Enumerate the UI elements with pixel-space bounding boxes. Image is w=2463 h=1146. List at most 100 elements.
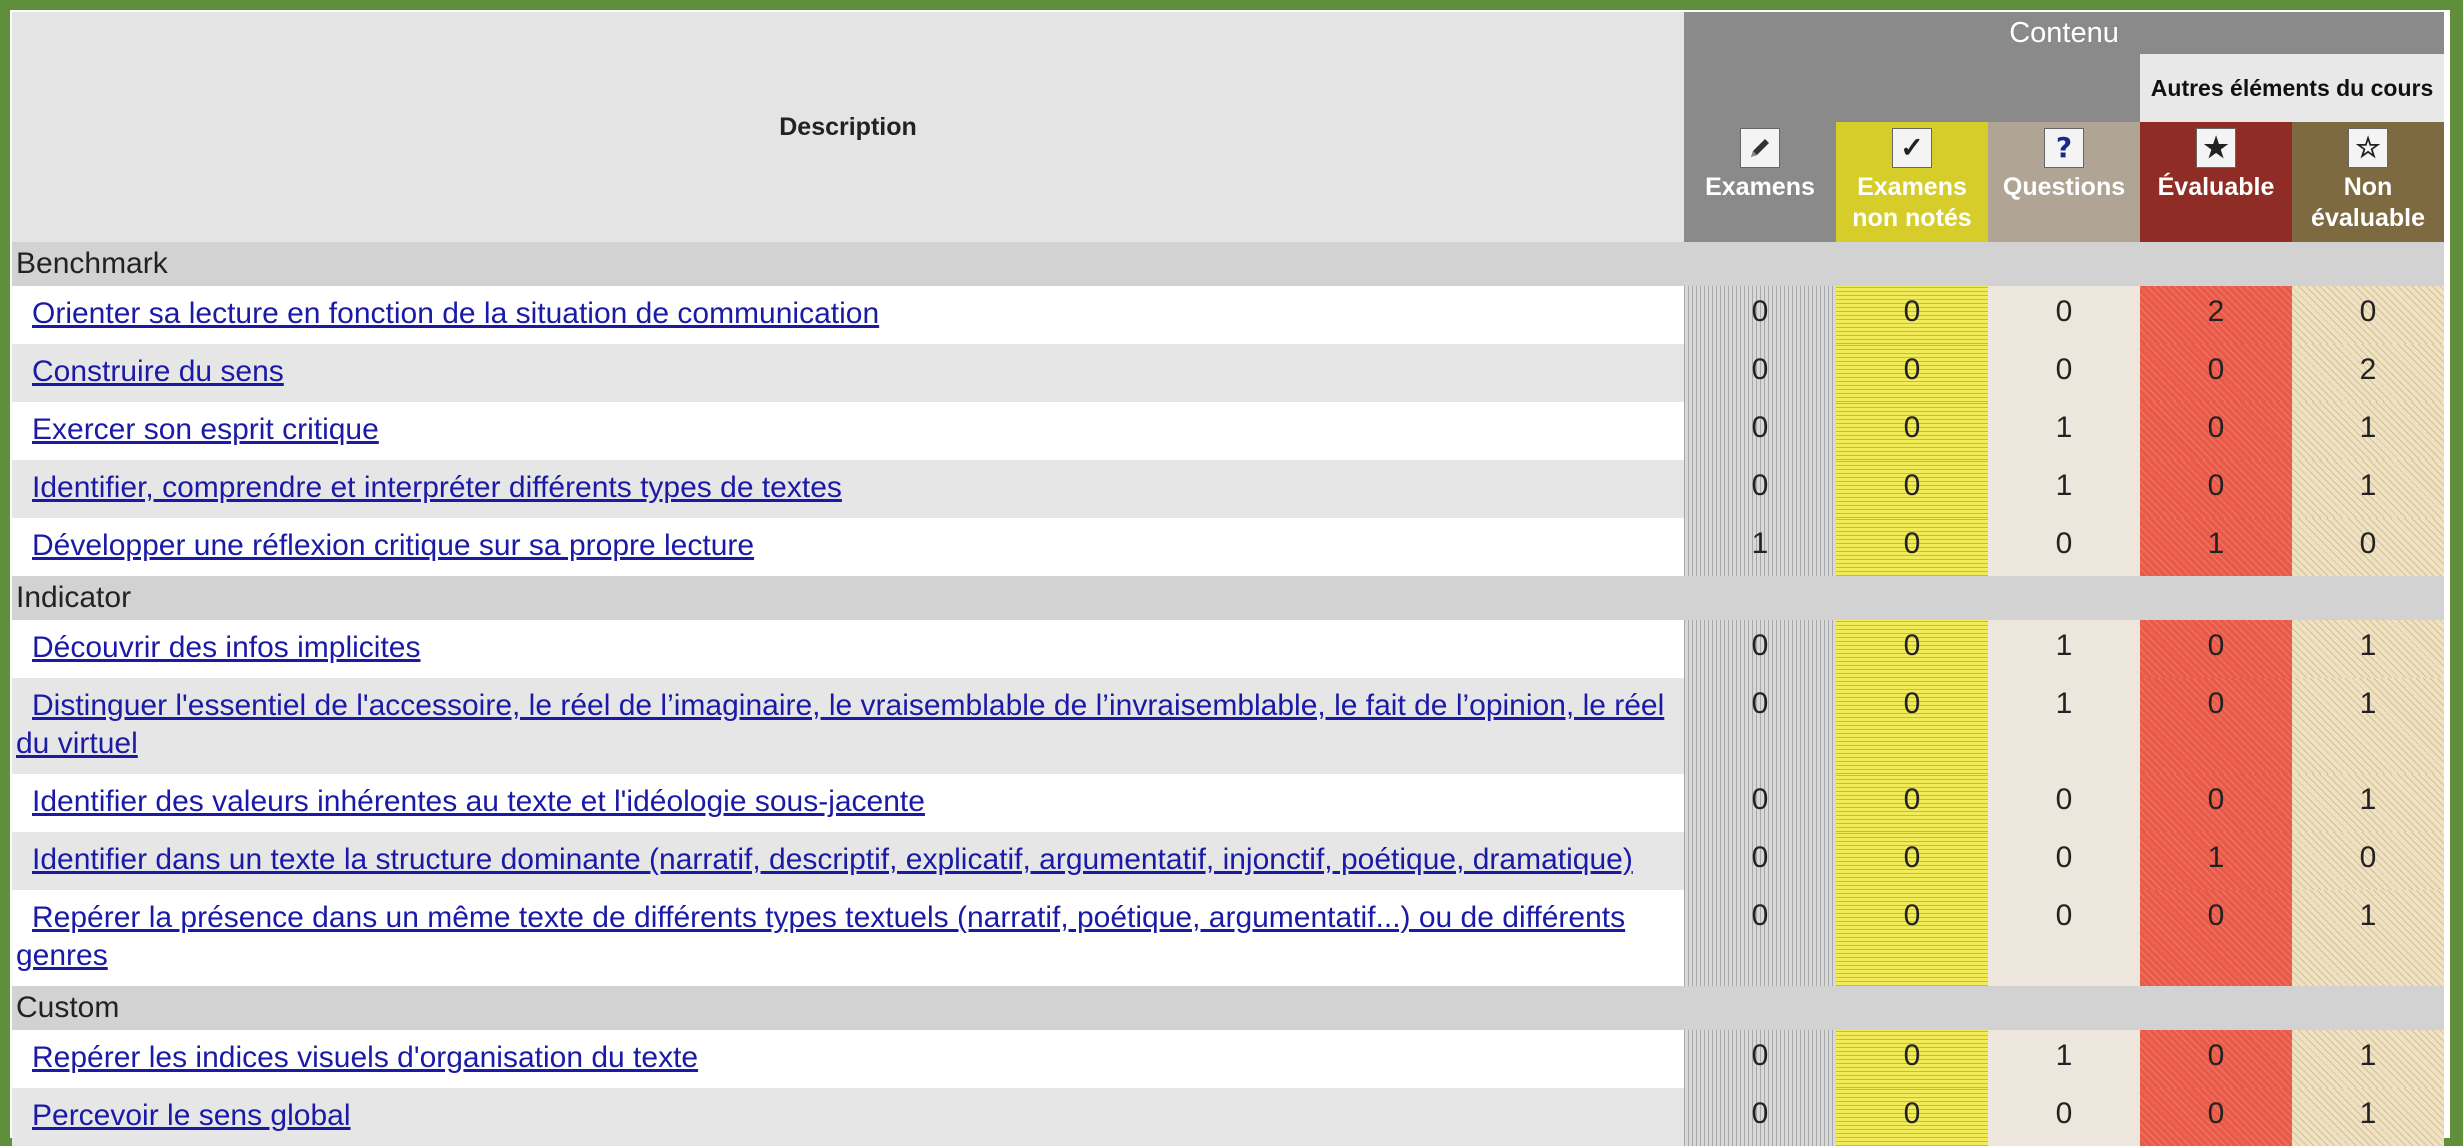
description-cell: Repérer la présence dans un même texte d… [12, 890, 1684, 986]
non-evaluable-count: 1 [2292, 620, 2445, 678]
competency-summary-table: Description Contenu Autres éléments du c… [12, 12, 2445, 1146]
table-row: Identifier des valeurs inhérentes au tex… [12, 774, 2445, 832]
non-evaluable-count: 1 [2292, 1030, 2445, 1088]
competency-link[interactable]: Construire du sens [32, 355, 284, 388]
evaluable-label: Évaluable [2157, 173, 2275, 201]
examens-non-notes-count: 0 [1836, 890, 1988, 986]
competency-link[interactable]: Identifier, comprendre et interpréter di… [32, 471, 842, 504]
examens-non-notes-count: 0 [1836, 286, 1988, 344]
non-evaluable-count: 1 [2292, 1088, 2445, 1146]
table-row: Exercer son esprit critique 0 0 1 0 1 [12, 402, 2445, 460]
table-row: Identifier, comprendre et interpréter di… [12, 460, 2445, 518]
description-cell: Orienter sa lecture en fonction de la si… [12, 286, 1684, 344]
contenu-spacer [1684, 54, 2140, 122]
pencil-icon [1740, 128, 1780, 168]
table-row: Percevoir le sens global 0 0 0 0 1 [12, 1088, 2445, 1146]
filled-star-icon: ★ [2196, 128, 2236, 168]
section-title: Indicator [12, 576, 2445, 620]
non-evaluable-count: 0 [2292, 832, 2445, 890]
table-row: Découvrir des infos implicites 0 0 1 0 1 [12, 620, 2445, 678]
table-body: Benchmark Orienter sa lecture en fonction… [12, 242, 2445, 1146]
examens-count: 0 [1684, 1030, 1836, 1088]
section-header-row: Benchmark [12, 242, 2445, 286]
table-row: Repérer les indices visuels d'organisati… [12, 1030, 2445, 1088]
competency-link[interactable]: Percevoir le sens global [32, 1099, 351, 1132]
questions-count: 1 [1988, 620, 2140, 678]
competency-link[interactable]: Développer une réflexion critique sur sa… [32, 529, 754, 562]
non-evaluable-count: 1 [2292, 402, 2445, 460]
examens-non-notes-column-header: ✓ Examens non notés [1836, 122, 1988, 242]
examens-count: 1 [1684, 518, 1836, 576]
examens-non-notes-count: 0 [1836, 678, 1988, 774]
questions-count: 1 [1988, 1030, 2140, 1088]
questions-count: 0 [1988, 286, 2140, 344]
table-row: Construire du sens 0 0 0 0 2 [12, 344, 2445, 402]
question-mark-icon: ? [2044, 128, 2084, 168]
contenu-header: Contenu [1684, 12, 2445, 54]
examens-count: 0 [1684, 774, 1836, 832]
evaluable-count: 1 [2140, 832, 2292, 890]
table-row: Repérer la présence dans un même texte d… [12, 890, 2445, 986]
evaluable-column-header: ★ Évaluable [2140, 122, 2292, 242]
questions-count: 0 [1988, 890, 2140, 986]
description-cell: Percevoir le sens global [12, 1088, 1684, 1146]
description-cell: Identifier dans un texte la structure do… [12, 832, 1684, 890]
outline-star-icon: ☆ [2348, 128, 2389, 168]
evaluable-count: 0 [2140, 678, 2292, 774]
evaluable-count: 0 [2140, 460, 2292, 518]
examens-count: 0 [1684, 890, 1836, 986]
examens-count: 0 [1684, 402, 1836, 460]
non-evaluable-count: 1 [2292, 890, 2445, 986]
evaluable-count: 0 [2140, 344, 2292, 402]
competency-link[interactable]: Exercer son esprit critique [32, 413, 379, 446]
description-cell: Découvrir des infos implicites [12, 620, 1684, 678]
section-title: Benchmark [12, 242, 2445, 286]
section-header-row: Indicator [12, 576, 2445, 620]
competency-link[interactable]: Orienter sa lecture en fonction de la si… [32, 297, 879, 330]
section-header-row: Custom [12, 986, 2445, 1030]
questions-column-header: ? Questions [1988, 122, 2140, 242]
competency-link[interactable]: Identifier des valeurs inhérentes au tex… [32, 785, 925, 818]
evaluable-count: 0 [2140, 402, 2292, 460]
evaluable-count: 0 [2140, 1088, 2292, 1146]
questions-count: 0 [1988, 1088, 2140, 1146]
competency-link[interactable]: Distinguer l'essentiel de l'accessoire, … [16, 689, 1664, 760]
examens-count: 0 [1684, 344, 1836, 402]
description-cell: Construire du sens [12, 344, 1684, 402]
competency-link[interactable]: Découvrir des infos implicites [32, 631, 420, 664]
examens-count: 0 [1684, 620, 1836, 678]
examens-non-notes-label: Examens non notés [1852, 173, 1972, 232]
examens-non-notes-count: 0 [1836, 1030, 1988, 1088]
evaluable-count: 2 [2140, 286, 2292, 344]
examens-non-notes-count: 0 [1836, 402, 1988, 460]
autres-elements-header: Autres éléments du cours [2140, 54, 2445, 122]
evaluable-count: 0 [2140, 1030, 2292, 1088]
non-evaluable-column-header: ☆ Non évaluable [2292, 122, 2445, 242]
non-evaluable-count: 1 [2292, 678, 2445, 774]
questions-count: 1 [1988, 402, 2140, 460]
examens-non-notes-count: 0 [1836, 518, 1988, 576]
description-cell: Distinguer l'essentiel de l'accessoire, … [12, 678, 1684, 774]
questions-count: 0 [1988, 774, 2140, 832]
description-header: Description [12, 12, 1684, 242]
evaluable-count: 0 [2140, 890, 2292, 986]
competency-link[interactable]: Identifier dans un texte la structure do… [32, 843, 1633, 876]
competency-link[interactable]: Repérer la présence dans un même texte d… [16, 901, 1625, 972]
table-row: Distinguer l'essentiel de l'accessoire, … [12, 678, 2445, 774]
description-cell: Identifier des valeurs inhérentes au tex… [12, 774, 1684, 832]
table-row: Orienter sa lecture en fonction de la si… [12, 286, 2445, 344]
examens-non-notes-count: 0 [1836, 620, 1988, 678]
questions-count: 0 [1988, 832, 2140, 890]
table-row: Identifier dans un texte la structure do… [12, 832, 2445, 890]
non-evaluable-label: Non évaluable [2311, 173, 2425, 232]
non-evaluable-count: 2 [2292, 344, 2445, 402]
examens-non-notes-count: 0 [1836, 1088, 1988, 1146]
competency-link[interactable]: Repérer les indices visuels d'organisati… [32, 1041, 698, 1074]
questions-count: 1 [1988, 678, 2140, 774]
questions-count: 0 [1988, 518, 2140, 576]
questions-label: Questions [2002, 173, 2126, 201]
table-header: Description Contenu Autres éléments du c… [12, 12, 2445, 242]
examens-column-header: Examens [1684, 122, 1836, 242]
examens-non-notes-count: 0 [1836, 774, 1988, 832]
evaluable-count: 1 [2140, 518, 2292, 576]
